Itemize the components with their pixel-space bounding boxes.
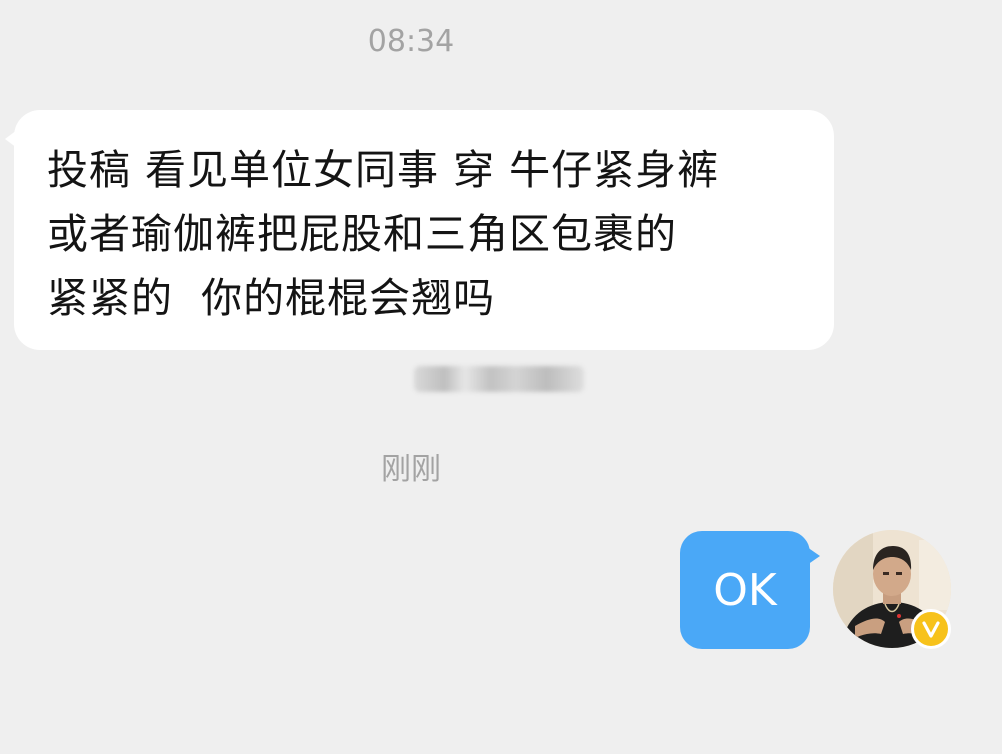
timestamp-top: 08:34 [367,24,455,59]
blurred-sender-name [414,366,584,392]
verified-badge-icon [911,609,951,649]
incoming-message-bubble[interactable]: 投稿 看见单位女同事 穿 牛仔紧身裤 或者瑜伽裤把屁股和三角区包裹的 紧紧的 你… [5,110,834,350]
v-letter-icon [922,621,940,638]
timestamp-recent: 刚刚 [381,452,441,487]
incoming-message-line-3: 紧紧的 你的棍棍会翘吗 [47,274,496,322]
incoming-message-line-2: 或者瑜伽裤把屁股和三角区包裹的 [47,210,677,258]
incoming-message-line-1: 投稿 看见单位女同事 穿 牛仔紧身裤 [47,146,720,194]
outgoing-message-text: OK [713,564,777,616]
outgoing-message-bubble[interactable]: OK [680,531,820,649]
